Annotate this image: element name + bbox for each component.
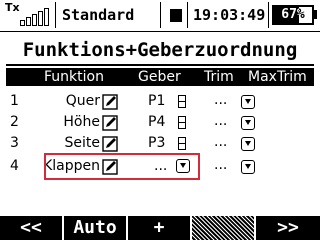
edit-icon[interactable] bbox=[102, 115, 118, 131]
softkey-blank[interactable] bbox=[192, 216, 254, 240]
battery-icon: 67% bbox=[272, 5, 314, 25]
softkey-plus[interactable]: + bbox=[128, 216, 190, 240]
trim-value[interactable]: ... bbox=[214, 113, 227, 129]
row-number: 4 bbox=[10, 158, 19, 174]
title-underline bbox=[6, 64, 314, 66]
trim-value[interactable]: ... bbox=[214, 134, 227, 150]
edit-icon[interactable] bbox=[102, 94, 118, 110]
column-header-maxtrim: MaxTrim bbox=[248, 69, 307, 85]
battery-tip bbox=[314, 10, 317, 19]
geber-value[interactable]: P3 bbox=[148, 135, 165, 151]
table-row: 2 Höhe P4 ... bbox=[6, 112, 314, 134]
table-header: Funktion Geber Trim MaxTrim bbox=[6, 68, 314, 86]
geber-position-icon bbox=[178, 137, 186, 150]
focus-highlight bbox=[44, 153, 200, 180]
softkey-back[interactable]: << bbox=[0, 216, 62, 240]
page-title: Funktions+Geberzuordnung bbox=[22, 39, 298, 61]
battery-percent: 67% bbox=[281, 7, 305, 22]
model-name: Standard bbox=[62, 6, 135, 24]
column-header-trim: Trim bbox=[204, 69, 234, 85]
trim-value[interactable]: ... bbox=[214, 157, 227, 173]
softkey-forward[interactable]: >> bbox=[256, 216, 320, 240]
geber-value[interactable]: P1 bbox=[148, 93, 165, 109]
trim-value[interactable]: ... bbox=[214, 92, 227, 108]
column-header-geber: Geber bbox=[138, 69, 181, 85]
row-number: 1 bbox=[10, 93, 19, 109]
table-row: 1 Quer P1 ... bbox=[6, 91, 314, 113]
softkey-auto[interactable]: Auto bbox=[64, 216, 126, 240]
function-name: Seite bbox=[64, 135, 101, 151]
maxtrim-dropdown-icon[interactable] bbox=[241, 116, 255, 130]
clock: 19:03:49 bbox=[193, 6, 266, 24]
geber-value[interactable]: P4 bbox=[148, 114, 165, 130]
function-name: Quer bbox=[65, 93, 100, 109]
table-row: 3 Seite P3 ... bbox=[6, 133, 314, 155]
maxtrim-dropdown-icon[interactable] bbox=[241, 160, 255, 174]
softkey-bar: << Auto + >> bbox=[0, 216, 320, 240]
row-number: 2 bbox=[10, 114, 19, 130]
geber-position-icon bbox=[178, 116, 186, 129]
row-number: 3 bbox=[10, 135, 19, 151]
signal-strength-icon bbox=[12, 6, 52, 26]
maxtrim-dropdown-icon[interactable] bbox=[241, 137, 255, 151]
record-indicator-icon bbox=[170, 9, 182, 22]
column-header-funktion: Funktion bbox=[44, 69, 104, 85]
maxtrim-dropdown-icon[interactable] bbox=[241, 95, 255, 109]
geber-position-icon bbox=[178, 95, 186, 108]
function-name: Höhe bbox=[63, 114, 100, 130]
status-bar: Tx Standard 19:03:49 67% bbox=[0, 0, 320, 32]
edit-icon[interactable] bbox=[102, 136, 118, 152]
